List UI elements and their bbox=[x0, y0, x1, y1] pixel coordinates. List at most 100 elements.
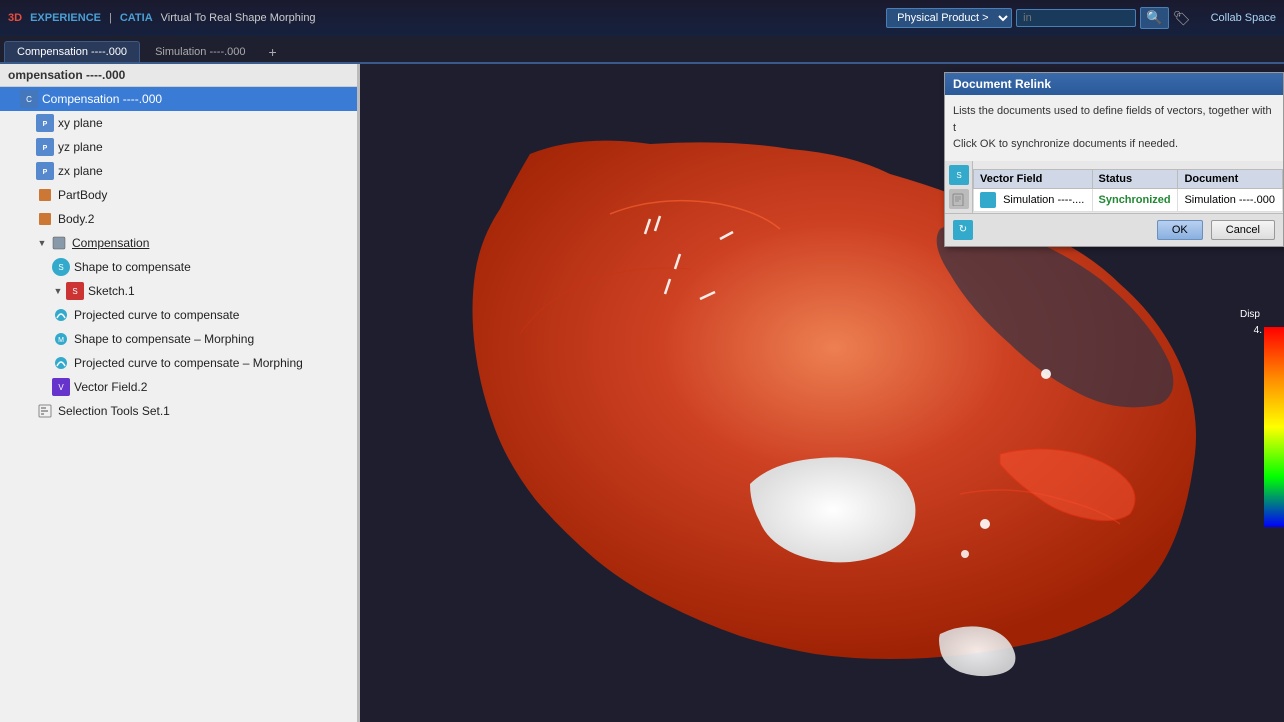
topbar: 3D EXPERIENCE | CATIA Virtual To Real Sh… bbox=[0, 0, 1284, 36]
vector-field-label: Vector Field.2 bbox=[74, 380, 147, 394]
dialog-icon-1: S bbox=[949, 165, 969, 185]
compensation-expand[interactable]: ▼ bbox=[36, 237, 48, 249]
dialog-icon-2 bbox=[949, 189, 969, 209]
tree-item-projected-curve[interactable]: Projected curve to compensate bbox=[0, 303, 357, 327]
tree-item-body2[interactable]: Body.2 bbox=[0, 207, 357, 231]
tree-item-vector-field[interactable]: V Vector Field.2 bbox=[0, 375, 357, 399]
tabbar: Compensation ----.000 Simulation ----.00… bbox=[0, 36, 1284, 64]
partbody-icon bbox=[36, 186, 54, 204]
dialog-content-area: Vector Field Status Document Simulation … bbox=[973, 161, 1283, 213]
shape-compensate-icon: S bbox=[52, 258, 70, 276]
vector-field-icon: V bbox=[52, 378, 70, 396]
svg-text:M: M bbox=[58, 337, 64, 344]
brand-separator: | bbox=[109, 12, 112, 24]
dialog-body: Lists the documents used to define field… bbox=[945, 95, 1283, 161]
tree-item-zx-plane[interactable]: P zx plane bbox=[0, 159, 357, 183]
search-input[interactable] bbox=[1016, 9, 1136, 27]
svg-text:C: C bbox=[26, 95, 32, 104]
row-icon bbox=[980, 192, 996, 208]
root-label: Compensation ----.000 bbox=[42, 92, 162, 106]
tree-item-xy-plane[interactable]: P xy plane bbox=[0, 111, 357, 135]
shape-compensate-label: Shape to compensate bbox=[74, 260, 191, 274]
left-panel: ompensation ----.000 C Compensation ----… bbox=[0, 64, 360, 722]
sketch1-label: Sketch.1 bbox=[88, 284, 135, 298]
selection-tools-label: Selection Tools Set.1 bbox=[58, 404, 170, 418]
dialog-description-line1: Lists the documents used to define field… bbox=[953, 105, 1272, 134]
zx-plane-label: zx plane bbox=[58, 164, 103, 178]
dialog-footer-left: ↻ bbox=[953, 220, 1149, 240]
content-area: ompensation ----.000 C Compensation ----… bbox=[0, 64, 1284, 722]
tree-item-shape-morphing[interactable]: M Shape to compensate – Morphing bbox=[0, 327, 357, 351]
yz-plane-icon: P bbox=[36, 138, 54, 156]
projected-morphing-label: Projected curve to compensate – Morphing bbox=[74, 356, 303, 370]
col-vector-field: Vector Field bbox=[974, 169, 1093, 188]
body2-label: Body.2 bbox=[58, 212, 94, 226]
app-name: Virtual To Real Shape Morphing bbox=[161, 12, 316, 24]
tab-simulation[interactable]: Simulation ----.000 bbox=[142, 41, 258, 62]
compensation-icon bbox=[50, 234, 68, 252]
sync-icon[interactable]: ↻ bbox=[953, 220, 973, 240]
svg-text:P: P bbox=[43, 145, 48, 152]
svg-text:S: S bbox=[956, 171, 961, 180]
tree-item-projected-morphing[interactable]: Projected curve to compensate – Morphing bbox=[0, 351, 357, 375]
projected-curve-label: Projected curve to compensate bbox=[74, 308, 239, 322]
zx-plane-icon: P bbox=[36, 162, 54, 180]
yz-plane-label: yz plane bbox=[58, 140, 103, 154]
dialog-titlebar: Document Relink bbox=[945, 73, 1283, 95]
search-bar: Physical Product > 🔍 🏷 bbox=[886, 7, 1190, 29]
col-document: Document bbox=[1178, 169, 1283, 188]
tab-add-button[interactable]: + bbox=[261, 42, 285, 62]
search-product-select[interactable]: Physical Product > bbox=[886, 8, 1012, 28]
tag-button[interactable]: 🏷 bbox=[1173, 10, 1191, 27]
disp-label: Disp bbox=[1240, 309, 1262, 320]
dialog-footer: ↻ OK Cancel bbox=[945, 213, 1283, 246]
brand-experience: EXPERIENCE bbox=[30, 12, 101, 24]
dialog-table: Vector Field Status Document Simulation … bbox=[973, 169, 1283, 212]
svg-text:V: V bbox=[58, 383, 64, 392]
sketch1-icon: S bbox=[66, 282, 84, 300]
col-status: Status bbox=[1092, 169, 1178, 188]
compensation-label: Compensation bbox=[72, 236, 149, 250]
xy-plane-label: xy plane bbox=[58, 116, 103, 130]
selection-tools-icon bbox=[36, 402, 54, 420]
shape-morphing-label: Shape to compensate – Morphing bbox=[74, 332, 254, 346]
xy-plane-icon: P bbox=[36, 114, 54, 132]
svg-text:S: S bbox=[58, 263, 63, 272]
tree-item-shape-compensate[interactable]: S Shape to compensate bbox=[0, 255, 357, 279]
tree-header: ompensation ----.000 bbox=[0, 64, 357, 87]
cell-status: Synchronized bbox=[1092, 188, 1178, 211]
table-row: Simulation ----.... Synchronized Simulat… bbox=[974, 188, 1283, 211]
search-button[interactable]: 🔍 bbox=[1140, 7, 1169, 29]
shape-morphing-icon: M bbox=[52, 330, 70, 348]
brand-3d: 3D bbox=[8, 12, 22, 24]
partbody-label: PartBody bbox=[58, 188, 107, 202]
cell-vector-field: Simulation ----.... bbox=[974, 188, 1093, 211]
projected-morphing-icon bbox=[52, 354, 70, 372]
svg-text:P: P bbox=[43, 169, 48, 176]
tree-item-compensation[interactable]: ▼ Compensation bbox=[0, 231, 357, 255]
root-icon: C bbox=[20, 90, 38, 108]
projected-curve-icon bbox=[52, 306, 70, 324]
colorbar bbox=[1264, 327, 1284, 527]
cell-document: Simulation ----.000 bbox=[1178, 188, 1283, 211]
tree-item-yz-plane[interactable]: P yz plane bbox=[0, 135, 357, 159]
tab-compensation[interactable]: Compensation ----.000 bbox=[4, 41, 140, 62]
dialog-ok-button[interactable]: OK bbox=[1157, 220, 1203, 240]
svg-text:S: S bbox=[72, 287, 77, 296]
dialog-sidebar: S Vector Field Status Document bbox=[945, 161, 1283, 213]
colorbar-max: 4. bbox=[1254, 325, 1262, 336]
tree-item-selection-tools[interactable]: Selection Tools Set.1 bbox=[0, 399, 357, 423]
document-relink-dialog: Document Relink Lists the documents used… bbox=[944, 72, 1284, 247]
viewport[interactable]: Disp 4. Document Relink Lists the docume… bbox=[360, 64, 1284, 722]
sketch1-expand[interactable]: ▼ bbox=[52, 285, 64, 297]
tree-item-root[interactable]: C Compensation ----.000 bbox=[0, 87, 357, 111]
dialog-cancel-button[interactable]: Cancel bbox=[1211, 220, 1275, 240]
collab-space-link[interactable]: Collab Space bbox=[1211, 12, 1276, 24]
tree-item-partbody[interactable]: PartBody bbox=[0, 183, 357, 207]
body2-icon bbox=[36, 210, 54, 228]
dialog-description-line2: Click OK to synchronize documents if nee… bbox=[953, 138, 1178, 150]
dialog-left-icons: S bbox=[945, 161, 973, 213]
brand-catia: CATIA bbox=[120, 12, 153, 24]
dialog-title: Document Relink bbox=[953, 77, 1051, 91]
tree-item-sketch1[interactable]: ▼ S Sketch.1 bbox=[0, 279, 357, 303]
